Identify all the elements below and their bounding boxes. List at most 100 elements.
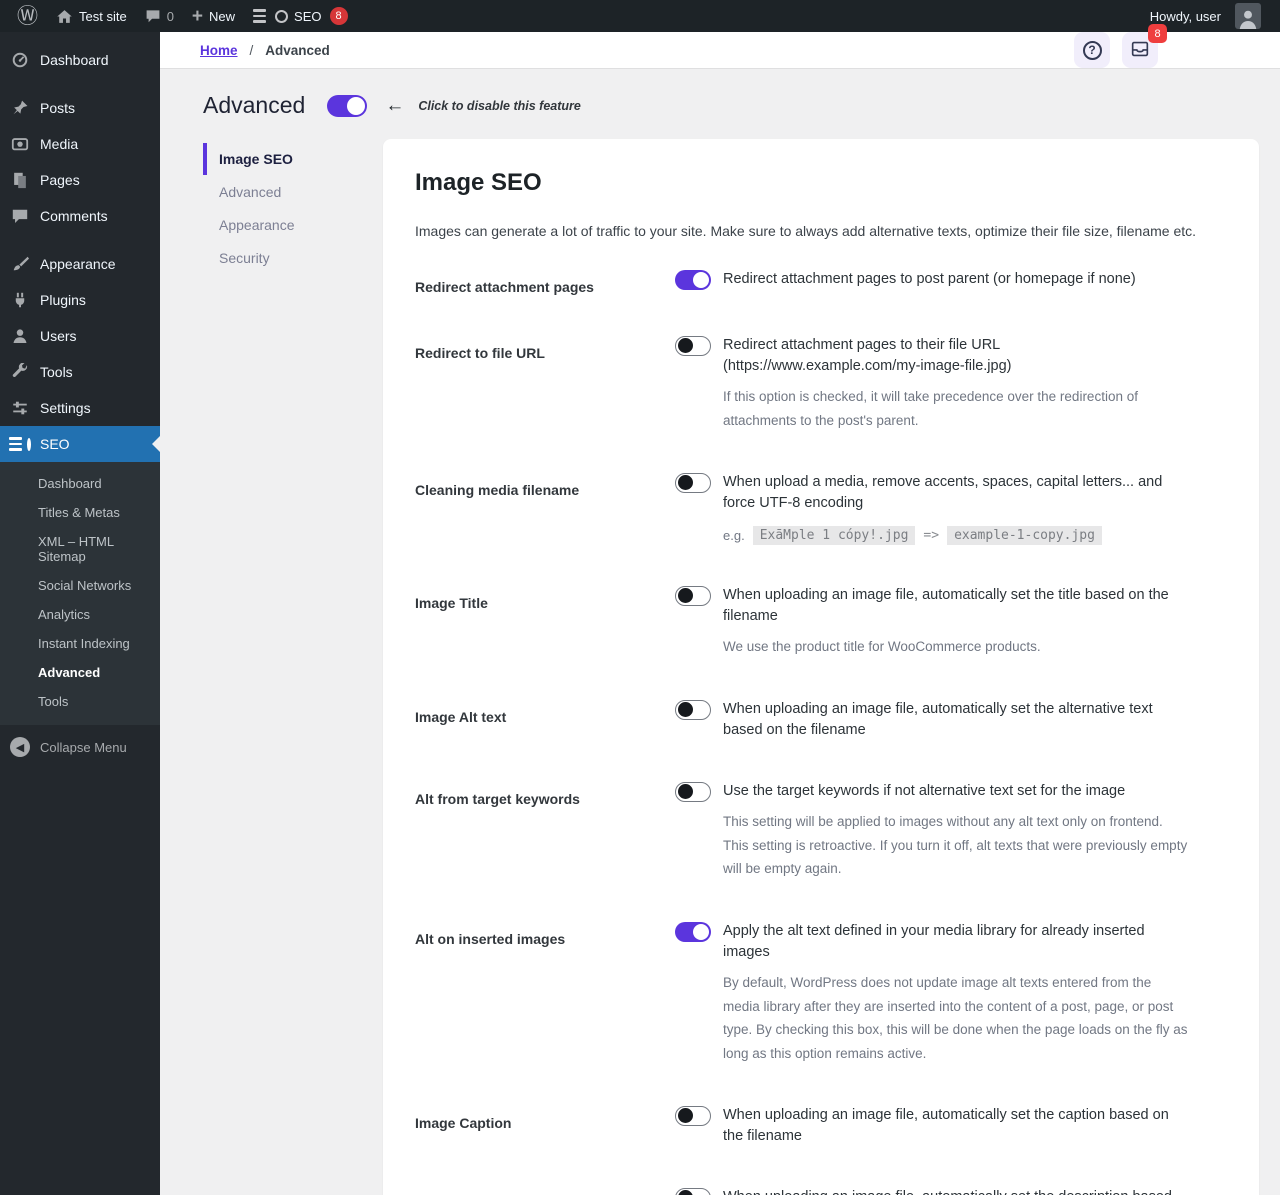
setting-row-image-caption: Image Caption When uploading an image fi…: [415, 1105, 1225, 1147]
setting-help-text: We use the product title for WooCommerce…: [723, 639, 1041, 655]
setting-text: When uploading an image file, automatica…: [723, 1187, 1190, 1195]
setting-text: When uploading an image file, automatica…: [723, 1107, 1169, 1145]
toggle-image-caption[interactable]: [675, 1106, 711, 1127]
submenu-item-instant-indexing[interactable]: Instant Indexing: [0, 629, 160, 658]
setting-text: Apply the alt text defined in your media…: [723, 922, 1145, 960]
sidebar-item-appearance[interactable]: Appearance: [0, 246, 160, 282]
toggle-knob: [677, 588, 693, 604]
submenu-item-titles-metas[interactable]: Titles & Metas: [0, 498, 160, 527]
wordpress-logo-icon: Ⓦ: [17, 4, 38, 28]
breadcrumb-separator: /: [249, 42, 254, 58]
sidebar-item-label: SEO: [40, 436, 70, 452]
submenu-item-advanced[interactable]: Advanced: [0, 658, 160, 687]
plus-icon: +: [191, 5, 204, 27]
menu-separator: [0, 78, 160, 90]
card-description: Images can generate a lot of traffic to …: [415, 223, 1197, 239]
toggle-image-title[interactable]: [675, 586, 711, 607]
site-name-link[interactable]: Test site: [47, 0, 136, 32]
collapse-menu-button[interactable]: ◀ Collapse Menu: [0, 725, 160, 769]
example-prefix: e.g.: [723, 528, 745, 544]
toggle-knob: [677, 1108, 693, 1124]
toggle-alt-on-inserted-images[interactable]: [675, 921, 711, 942]
example-arrow: =>: [923, 528, 940, 544]
setting-help-text: This setting will be applied to images w…: [723, 814, 1188, 877]
sidebar-item-seo[interactable]: SEO: [0, 426, 160, 462]
tab-security[interactable]: Security: [203, 242, 383, 274]
toggle-redirect-attachment-pages[interactable]: [675, 270, 711, 290]
setting-text: Use the target keywords if not alternati…: [723, 783, 1126, 799]
setting-label: Redirect attachment pages: [415, 279, 594, 295]
setting-row-image-title: Image Title When uploading an image file…: [415, 585, 1225, 659]
sidebar-item-settings[interactable]: Settings: [0, 390, 160, 426]
breadcrumb-current: Advanced: [265, 42, 330, 58]
help-button[interactable]: ?: [1074, 32, 1110, 68]
comments-shortcut[interactable]: 0: [136, 0, 183, 32]
user-avatar: [1235, 3, 1261, 29]
toggle-knob: [347, 96, 366, 115]
new-content-menu[interactable]: + New: [183, 0, 244, 32]
sidebar-item-comments[interactable]: Comments: [0, 198, 160, 234]
feature-toggle-bar: Advanced ← Click to disable this feature: [203, 92, 1259, 119]
submenu-item-xml-html-sitemap[interactable]: XML – HTML Sitemap: [0, 527, 160, 571]
setting-row-redirect-to-file-url: Redirect to file URL Redirect attachment…: [415, 335, 1225, 432]
tab-appearance[interactable]: Appearance: [203, 209, 383, 241]
setting-label: Alt on inserted images: [415, 930, 566, 947]
notifications-inbox-button[interactable]: 8: [1122, 24, 1167, 68]
tab-advanced[interactable]: Advanced: [203, 176, 383, 208]
sidebar-item-media[interactable]: Media: [0, 126, 160, 162]
settings-card: Image SEO Images can generate a lot of t…: [383, 139, 1259, 1195]
submenu-item-dashboard[interactable]: Dashboard: [0, 469, 160, 498]
wordpress-logo-menu[interactable]: Ⓦ: [8, 0, 47, 32]
seo-label: SEO: [294, 8, 322, 24]
feature-enable-toggle[interactable]: [327, 94, 368, 117]
pages-icon: [10, 170, 30, 190]
toggle-image-alt-text[interactable]: [675, 699, 711, 720]
setting-label: Image Alt text: [415, 708, 507, 725]
tab-image-seo[interactable]: Image SEO: [203, 143, 383, 175]
sidebar-item-tools[interactable]: Tools: [0, 354, 160, 390]
sidebar-item-label: Media: [40, 136, 79, 152]
sliders-icon: [10, 398, 30, 418]
sidebar-item-label: Posts: [40, 100, 76, 116]
submenu-item-analytics[interactable]: Analytics: [0, 600, 160, 629]
toggle-redirect-to-file-url[interactable]: [675, 336, 711, 356]
page-header: Home / Advanced ? 8: [160, 24, 1280, 68]
seo-submenu: Dashboard Titles & Metas XML – HTML Site…: [0, 462, 160, 725]
sidebar-item-pages[interactable]: Pages: [0, 162, 160, 198]
menu-separator: [0, 234, 160, 246]
collapse-menu-label: Collapse Menu: [40, 739, 127, 755]
setting-row-alt-on-inserted-images: Alt on inserted images Apply the alt tex…: [415, 921, 1225, 1066]
feature-toggle-hint: Click to disable this feature: [418, 98, 581, 113]
setting-label: Image Title: [415, 595, 488, 612]
seo-notifications-badge: 8: [329, 7, 348, 25]
setting-label: Redirect to file URL: [415, 345, 545, 361]
seo-logo-icon: [9, 434, 31, 454]
notifications-badge: 8: [1148, 24, 1167, 43]
settings-subnav-column: Image SEO Advanced Appearance Security S…: [203, 139, 383, 1195]
toggle-alt-from-target-keywords[interactable]: [675, 782, 711, 802]
sidebar-item-plugins[interactable]: Plugins: [0, 282, 160, 318]
sidebar-item-users[interactable]: Users: [0, 318, 160, 354]
speech-bubble-icon: [10, 206, 30, 226]
submenu-item-tools[interactable]: Tools: [0, 687, 160, 716]
toggle-cleaning-media-filename[interactable]: [675, 473, 711, 494]
wrench-icon: [10, 362, 30, 382]
sidebar-item-label: Dashboard: [40, 52, 109, 68]
seo-adminbar-menu[interactable]: SEO 8: [244, 0, 356, 32]
sidebar-item-posts[interactable]: Posts: [0, 90, 160, 126]
sidebar-item-label: Pages: [40, 172, 80, 188]
toggle-knob: [677, 1190, 693, 1195]
seo-logo-ring-icon: [275, 9, 289, 23]
setting-label: Alt from target keywords: [415, 791, 580, 807]
comments-count: 0: [166, 8, 174, 24]
site-name-label: Test site: [79, 8, 127, 24]
toggle-image-description[interactable]: [675, 1188, 711, 1195]
toggle-knob: [677, 475, 693, 491]
sidebar-item-dashboard[interactable]: Dashboard: [0, 42, 160, 78]
submenu-item-social-networks[interactable]: Social Networks: [0, 571, 160, 600]
new-label: New: [209, 8, 236, 24]
example-filename-after: example-1-copy.jpg: [947, 526, 1102, 546]
comment-bubble-icon: [145, 8, 161, 24]
breadcrumb-home-link[interactable]: Home: [200, 43, 238, 58]
card-title: Image SEO: [415, 169, 542, 196]
